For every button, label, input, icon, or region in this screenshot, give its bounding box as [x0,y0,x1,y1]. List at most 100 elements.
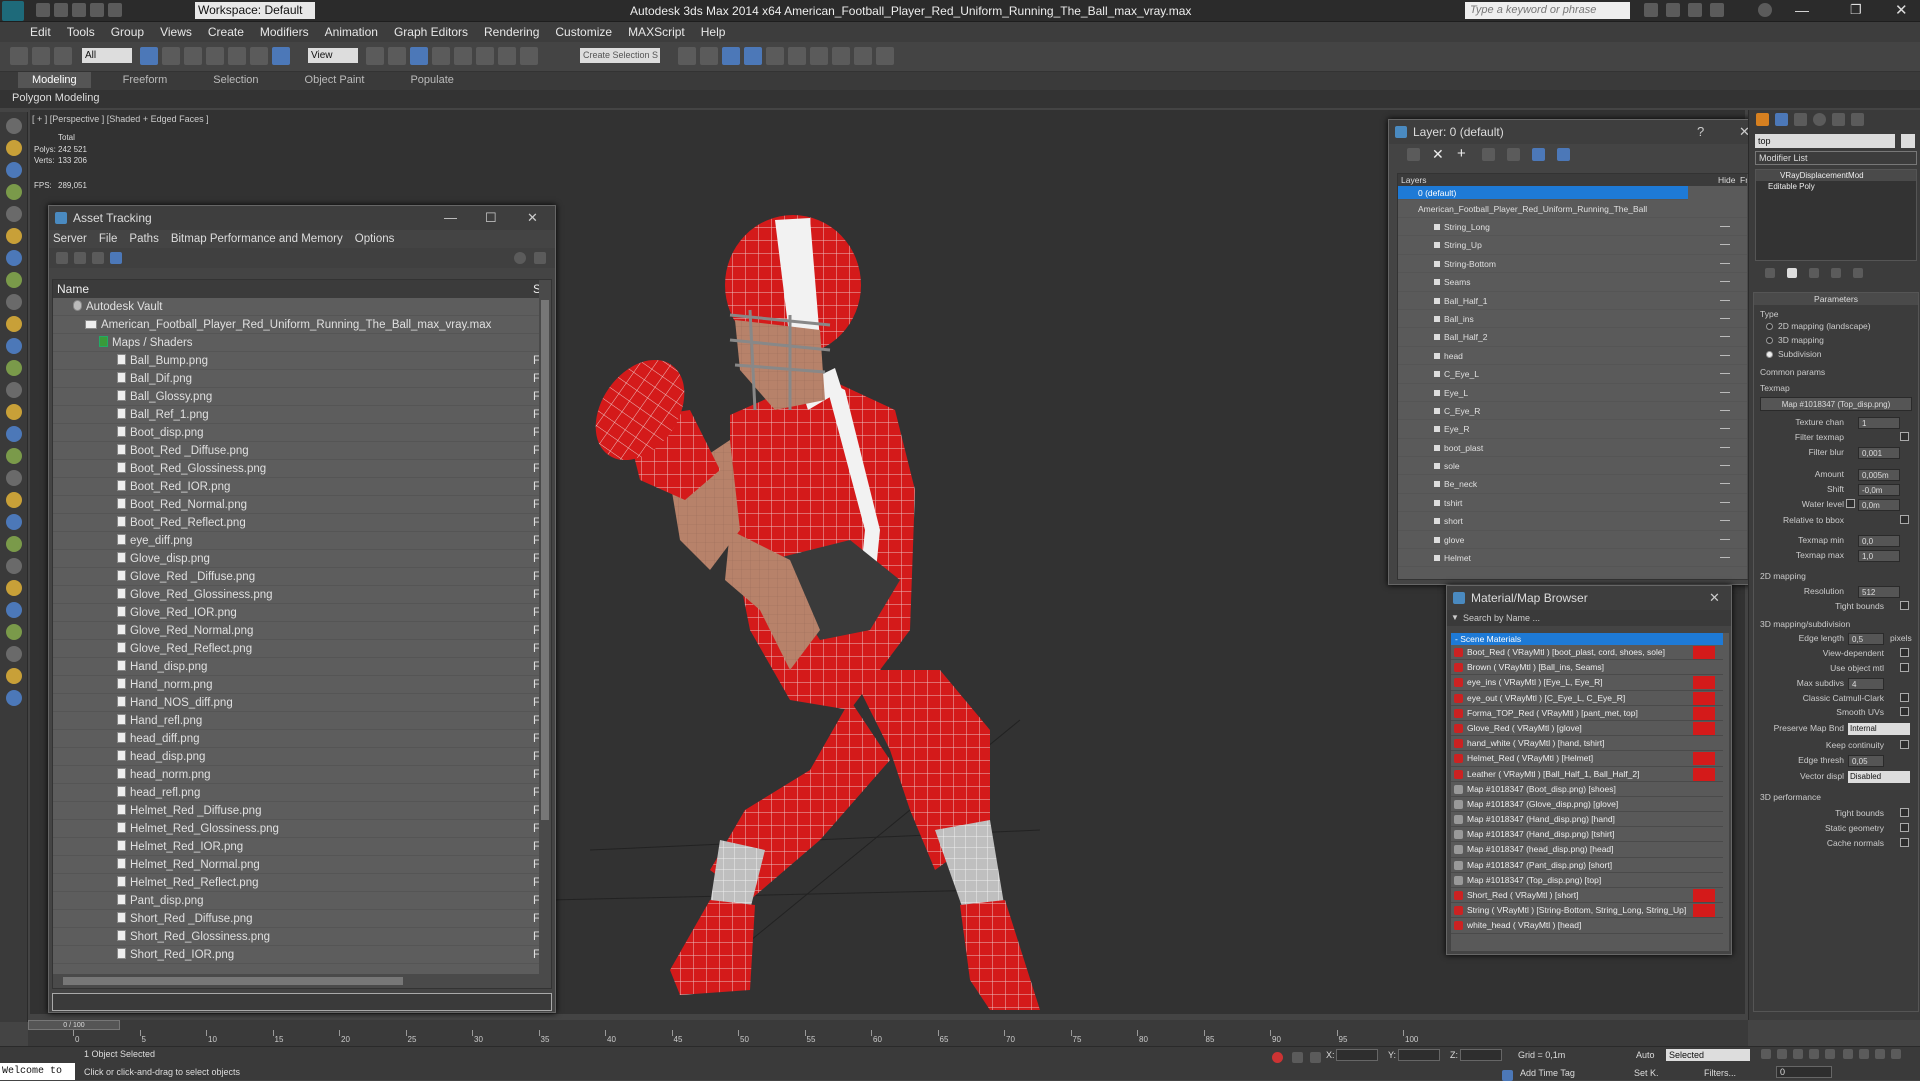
play-icon[interactable] [1793,1049,1803,1059]
schematic-view-icon[interactable] [788,47,806,65]
hide-toggle[interactable] [1720,281,1730,283]
left-tool-icon[interactable] [6,558,22,574]
minimize-button[interactable]: — [1795,2,1809,18]
resolution-spinner[interactable]: 512 [1858,586,1900,598]
menu-tools[interactable]: Tools [59,22,103,42]
freeze-all-icon[interactable] [1557,148,1570,161]
ribbon-tab-modeling[interactable]: Modeling [18,72,91,88]
layer-row-default[interactable]: 0 (default) [1398,186,1688,200]
material-row[interactable]: String ( VRayMtl ) [String-Bottom, Strin… [1451,903,1723,919]
asset-row[interactable]: Helmet_Red_Glossiness.png F [53,820,551,838]
asset-menu-server[interactable]: Server [53,233,87,245]
left-tool-icon[interactable] [6,228,22,244]
tight-bounds-checkbox[interactable] [1900,601,1909,610]
highlight-editor-icon[interactable] [56,252,68,264]
object-color-swatch[interactable] [1901,134,1915,148]
layer-object-row[interactable]: glove [1398,531,1758,550]
param-spinner[interactable]: 0,005m [1858,469,1900,481]
menu-group[interactable]: Group [103,22,152,42]
settings-icon[interactable] [534,252,546,264]
type-radio[interactable] [1766,323,1773,330]
layer-object-row[interactable]: String_Long [1398,218,1758,237]
material-row[interactable]: Helmet_Red ( VRayMtl ) [Helmet] [1451,751,1723,767]
undo-icon[interactable] [90,3,104,17]
subdiv-checkbox[interactable] [1900,740,1909,749]
tree-view-icon[interactable] [92,252,104,264]
highlight-layer-icon[interactable] [1507,148,1520,161]
x-coordinate-field[interactable] [1336,1049,1378,1061]
left-tool-icon[interactable] [6,536,22,552]
material-search-input[interactable]: ▼ Search by Name ... [1447,610,1731,626]
scale-icon[interactable] [272,47,290,65]
material-row[interactable]: Brown ( VRayMtl ) [Ball_ins, Seams] [1451,660,1723,676]
rendered-frame-icon[interactable] [854,47,872,65]
layer-manager-icon[interactable] [722,47,740,65]
subdiv-checkbox[interactable] [1900,648,1909,657]
asset-row[interactable]: head_refl.png F [53,784,551,802]
layer-object-row[interactable]: boot_plast [1398,439,1758,458]
layer-object-row[interactable]: Eye_R [1398,420,1758,439]
layer-object-row[interactable]: sole [1398,457,1758,476]
pin-stack-icon[interactable] [1765,268,1775,278]
tools-icon[interactable] [1688,3,1702,17]
rotate-icon[interactable] [250,47,268,65]
asset-row[interactable]: Hand_norm.png F [53,676,551,694]
display-tab-icon[interactable] [1832,113,1845,126]
asset-path-field[interactable] [52,993,552,1011]
layer-object-row[interactable]: Be_neck [1398,475,1758,494]
asset-row[interactable]: Hand_disp.png F [53,658,551,676]
close-icon[interactable]: ✕ [1709,586,1720,610]
asset-row[interactable]: head_disp.png F [53,748,551,766]
asset-row[interactable]: Helmet_Red_IOR.png F [53,838,551,856]
param-spinner[interactable]: 0,001 [1858,447,1900,459]
modifier-stack-vraydisplacement[interactable]: VRayDisplacementMod [1756,170,1916,181]
search-input[interactable]: Type a keyword or phrase [1465,2,1630,19]
left-tool-icon[interactable] [6,646,22,662]
help-icon[interactable] [1758,3,1772,17]
asset-row[interactable]: head_norm.png F [53,766,551,784]
column-header-name[interactable]: Name [53,282,89,296]
left-tool-icon[interactable] [6,668,22,684]
param-spinner[interactable]: 1 [1858,417,1900,429]
left-tool-icon[interactable] [6,580,22,596]
material-row[interactable]: Map #1018347 (Boot_disp.png) [shoes] [1451,782,1723,797]
time-slider[interactable]: 0 / 100 [28,1020,120,1030]
reference-coordinate-dropdown[interactable]: View [308,48,358,63]
hide-toggle[interactable] [1720,354,1730,356]
param-spinner[interactable]: 0,0m [1858,499,1900,511]
hide-toggle[interactable] [1720,428,1730,430]
star-icon[interactable] [1710,3,1724,17]
layer-object-row[interactable]: Ball_Half_2 [1398,328,1758,347]
bind-spacewarp-icon[interactable] [54,47,72,65]
asset-tree-hscroll[interactable] [53,974,541,988]
scene-materials-header[interactable]: - Scene Materials [1451,633,1723,645]
asset-row[interactable]: Hand_NOS_diff.png F [53,694,551,712]
type-radio[interactable] [1766,337,1773,344]
hide-toggle[interactable] [1720,409,1730,411]
asset-menu-paths[interactable]: Paths [129,233,158,245]
hide-toggle[interactable] [1720,299,1730,301]
layer-object-row[interactable]: short [1398,512,1758,531]
asset-row[interactable]: Ball_Glossy.png F [53,388,551,406]
left-tool-icon[interactable] [6,184,22,200]
type-radio[interactable] [1766,351,1773,358]
asset-row[interactable]: Glove_Red_Normal.png F [53,622,551,640]
vault-row[interactable]: Autodesk Vault [53,298,551,316]
absolute-mode-icon[interactable] [1310,1052,1321,1063]
add-to-layer-icon[interactable]: + [1457,146,1470,161]
material-row[interactable]: Boot_Red ( VRayMtl ) [boot_plast, cord, … [1451,645,1723,661]
left-tool-icon[interactable] [6,250,22,266]
zoom-icon[interactable] [1843,1049,1853,1059]
window-crossing-icon[interactable] [206,47,224,65]
angle-snap-icon[interactable] [454,47,472,65]
help-icon[interactable] [514,252,526,264]
subdiv-checkbox[interactable] [1900,707,1909,716]
asset-row[interactable]: Short_Red_Glossiness.png F [53,928,551,946]
align-icon[interactable] [700,47,718,65]
asset-row[interactable]: Boot_disp.png F [53,424,551,442]
menu-customize[interactable]: Customize [547,22,620,42]
asset-row[interactable]: Short_Red _Diffuse.png F [53,910,551,928]
menu-create[interactable]: Create [200,22,252,42]
select-object-icon[interactable] [140,47,158,65]
layer-object-row[interactable]: String-Bottom [1398,255,1758,274]
